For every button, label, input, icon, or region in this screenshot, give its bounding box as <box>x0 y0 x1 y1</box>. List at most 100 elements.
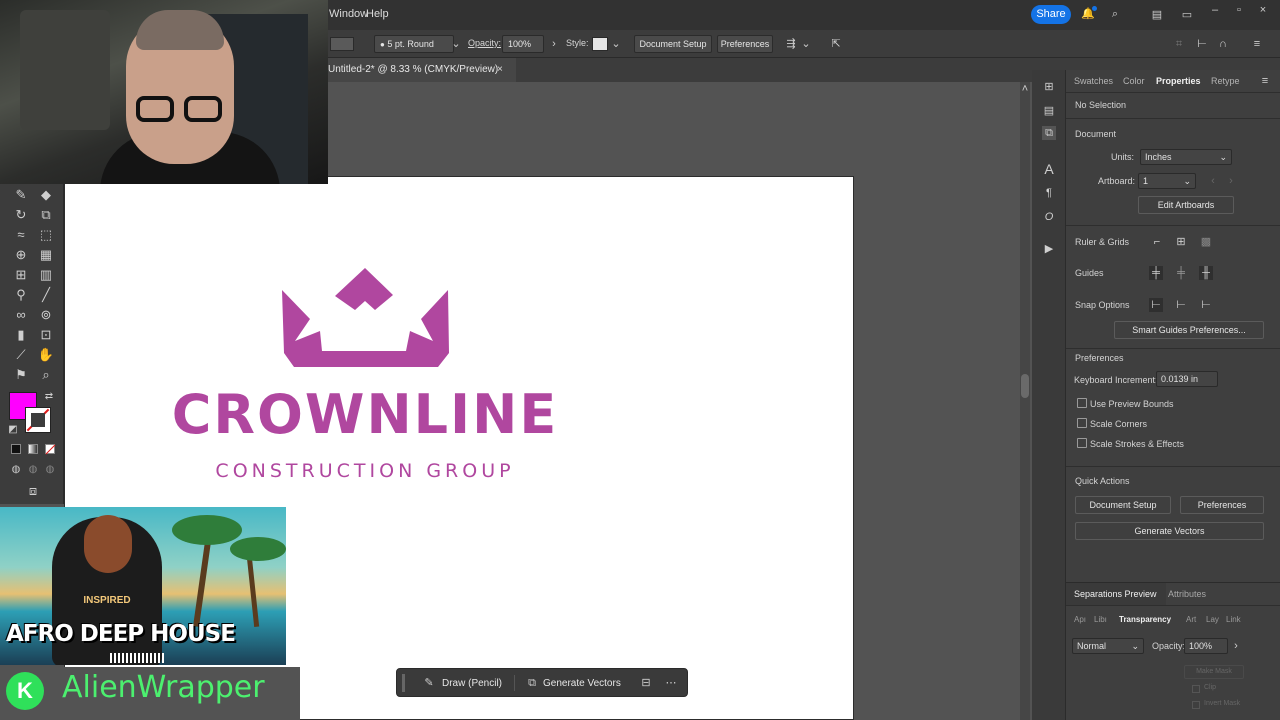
close-tab-icon[interactable]: × <box>497 58 503 82</box>
scrollbar-thumb[interactable] <box>1021 374 1029 398</box>
align-panel-icon[interactable]: ▤ <box>1042 104 1056 118</box>
next-artboard-icon[interactable]: › <box>1224 174 1238 188</box>
scale-corners-checkbox[interactable] <box>1077 418 1087 428</box>
menu-help[interactable]: Help <box>366 8 389 20</box>
edit-artboards-button[interactable]: Edit Artboards <box>1138 196 1234 214</box>
blend-tool-icon[interactable]: ∞ <box>12 306 30 324</box>
snap-to-grid-icon[interactable]: ⊢ <box>1174 298 1188 312</box>
chevron-down-icon[interactable]: ⌄ <box>609 37 623 51</box>
minimize-icon[interactable]: – <box>1208 3 1222 17</box>
stroke-swatch[interactable] <box>330 37 354 51</box>
maximize-icon[interactable]: ▫ <box>1232 3 1246 17</box>
properties-icon[interactable]: ⊟ <box>639 676 653 690</box>
pathfinder-icon[interactable]: ⧉ <box>1042 126 1056 140</box>
artboard-tool-icon[interactable]: ⊡ <box>37 326 55 344</box>
invert-mask-checkbox[interactable] <box>1192 701 1200 709</box>
style-swatch[interactable] <box>592 37 608 51</box>
slice-tool-icon[interactable]: ⟋ <box>12 346 30 364</box>
swap-colors-icon[interactable]: ⇄ <box>40 388 58 406</box>
chevron-down-icon[interactable]: ⌄ <box>449 37 463 51</box>
units-select[interactable]: Inches ⌄ <box>1140 149 1232 165</box>
scale-tool-icon[interactable]: ⧉ <box>37 206 55 224</box>
measure-tool-icon[interactable]: ╱ <box>37 286 55 304</box>
libraries-icon[interactable]: ⊞ <box>1042 80 1056 94</box>
pencil-tool-icon[interactable]: ✎ <box>12 186 30 204</box>
document-tab[interactable]: Untitled-2* @ 8.33 % (CMYK/Preview) × <box>320 58 516 82</box>
tab-layers[interactable]: Lay <box>1206 615 1219 624</box>
smart-guides-icon[interactable]: ╫ <box>1199 266 1213 280</box>
chevron-right-icon[interactable]: › <box>1229 639 1243 653</box>
gradient-tool-icon[interactable]: ▥ <box>37 266 55 284</box>
crown-logo[interactable] <box>281 267 451 369</box>
screen-mode-icon[interactable]: ⧈ <box>24 482 42 500</box>
actions-play-icon[interactable]: ▶ <box>1042 242 1056 256</box>
zoom-tool-icon[interactable]: ⌕ <box>37 366 55 384</box>
keyboard-increment-field[interactable]: 0.0139 in <box>1156 371 1218 387</box>
generate-vectors-ctx-button[interactable]: Generate Vectors <box>543 678 621 689</box>
character-icon[interactable]: A <box>1042 162 1056 176</box>
arrange-documents-icon[interactable]: ▤ <box>1150 8 1164 22</box>
tab-properties[interactable]: Properties <box>1156 76 1201 86</box>
shape-builder-icon[interactable]: ⊕ <box>12 246 30 264</box>
scale-strokes-checkbox[interactable] <box>1077 438 1087 448</box>
previous-artboard-icon[interactable]: ‹ <box>1206 174 1220 188</box>
stroke-swatch-none[interactable] <box>25 407 51 433</box>
export-icon[interactable]: ⇱ <box>829 37 843 51</box>
draw-behind-icon[interactable]: ◍ <box>24 461 42 479</box>
perspective-grid-icon[interactable]: ▦ <box>37 246 55 264</box>
opacity-label[interactable]: Opacity: <box>468 38 501 48</box>
preferences-button[interactable]: Preferences <box>717 35 773 53</box>
ruler-icon[interactable]: ⌐ <box>1150 235 1164 249</box>
smart-guides-preferences-button[interactable]: Smart Guides Preferences... <box>1114 321 1264 339</box>
puppet-warp-icon[interactable]: ⚑ <box>12 366 30 384</box>
close-icon[interactable]: × <box>1256 3 1270 17</box>
panel-menu-icon[interactable]: ≡ <box>1250 37 1264 51</box>
scroll-up-icon[interactable]: ˄ <box>1018 82 1032 96</box>
use-preview-bounds-checkbox[interactable] <box>1077 398 1087 408</box>
artboard-select[interactable]: 1 ⌄ <box>1138 173 1196 189</box>
tab-appearance[interactable]: Apı <box>1074 615 1086 624</box>
arch-icon[interactable]: ∩ <box>1216 37 1230 51</box>
eraser-tool-icon[interactable]: ◆ <box>37 186 55 204</box>
lock-guides-icon[interactable]: ╪ <box>1174 266 1188 280</box>
more-options-icon[interactable]: ⋯ <box>664 676 678 690</box>
opentype-icon[interactable]: O <box>1042 210 1056 224</box>
show-guides-icon[interactable]: ╪ <box>1149 266 1163 280</box>
logo-title[interactable]: CROWNLINE <box>65 383 665 446</box>
search-icon[interactable]: ⌕ <box>1108 7 1122 21</box>
blend-mode-select[interactable]: Normal ⌄ <box>1072 638 1144 654</box>
arrange-icon[interactable]: ⇶ <box>784 37 798 51</box>
opacity-field[interactable]: 100% <box>1184 638 1228 654</box>
tab-links[interactable]: Link <box>1226 615 1241 624</box>
eyedropper-tool-icon[interactable]: ⚲ <box>12 286 30 304</box>
snap-to-point-icon[interactable]: ⊢ <box>1149 298 1163 312</box>
tab-retype[interactable]: Retype <box>1211 76 1240 86</box>
menu-window[interactable]: Window <box>329 8 368 20</box>
panel-menu-icon[interactable]: ≡ <box>1258 74 1272 88</box>
tab-libraries[interactable]: Libı <box>1094 615 1107 624</box>
logo-subtitle[interactable]: CONSTRUCTION GROUP <box>65 460 665 482</box>
default-colors-icon[interactable]: ◩ <box>4 421 22 439</box>
tab-transparency[interactable]: Transparency <box>1119 615 1171 624</box>
none-mode-icon[interactable] <box>45 444 56 455</box>
opacity-field[interactable]: 100% <box>502 35 544 53</box>
generate-vectors-button[interactable]: Generate Vectors <box>1075 522 1264 540</box>
transparency-grid-icon[interactable]: ▩ <box>1199 235 1213 249</box>
brush-definition-select[interactable]: ● 5 pt. Round <box>374 35 454 53</box>
chevron-right-icon[interactable]: › <box>547 37 561 51</box>
tab-color[interactable]: Color <box>1123 76 1145 86</box>
share-button[interactable]: Share <box>1031 5 1071 24</box>
draw-inside-icon[interactable]: ◍ <box>41 461 59 479</box>
paragraph-icon[interactable]: ¶ <box>1042 186 1056 200</box>
quick-document-setup-button[interactable]: Document Setup <box>1075 496 1171 514</box>
mesh-tool-icon[interactable]: ⊞ <box>12 266 30 284</box>
gradient-mode-icon[interactable] <box>28 444 38 454</box>
symbol-sprayer-icon[interactable]: ⊚ <box>37 306 55 324</box>
grid-icon[interactable]: ⊞ <box>1174 235 1188 249</box>
snap-to-pixel-icon[interactable]: ⊢ <box>1199 298 1213 312</box>
transform-icon[interactable]: ⌗ <box>1172 37 1186 51</box>
hand-tool-icon[interactable]: ✋ <box>37 346 55 364</box>
quick-preferences-button[interactable]: Preferences <box>1180 496 1264 514</box>
chevron-down-icon[interactable]: ⌄ <box>799 37 813 51</box>
tab-separations-preview[interactable]: Separations Preview <box>1074 589 1157 599</box>
